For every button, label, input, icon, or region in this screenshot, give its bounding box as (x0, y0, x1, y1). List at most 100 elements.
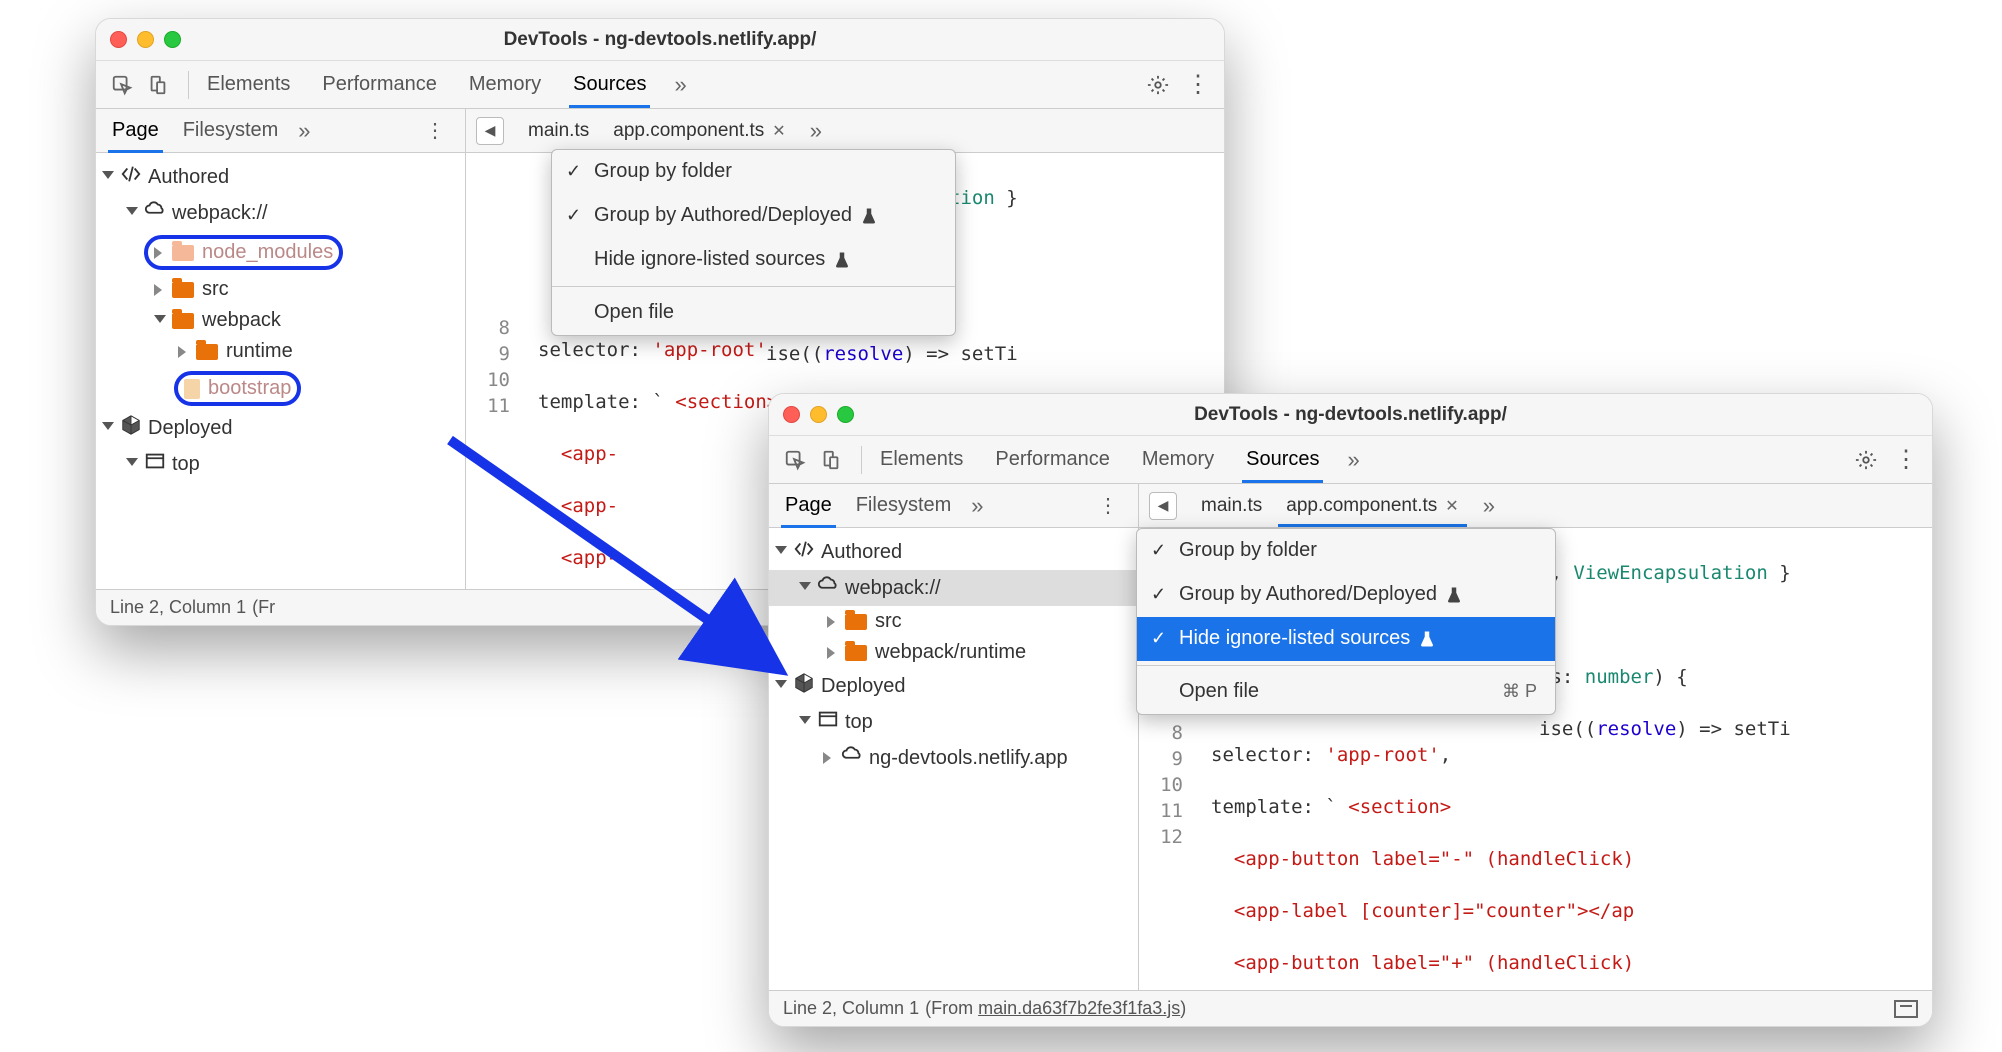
tree-src[interactable]: src (96, 274, 465, 305)
subtab-filesystem[interactable]: Filesystem (852, 484, 956, 527)
panel-tabs: Elements Performance Memory Sources » (203, 62, 1138, 107)
subtab-page[interactable]: Page (108, 109, 163, 152)
more-subtabs-icon[interactable]: » (298, 118, 310, 144)
cube-icon (120, 414, 142, 442)
tree-src[interactable]: src (769, 606, 1138, 637)
menu-shortcut: ⌘ P (1462, 681, 1537, 702)
file-tab-app-component[interactable]: app.component.ts ✕ (603, 111, 795, 151)
tree-bootstrap[interactable]: bootstrap (96, 367, 465, 410)
tree-deployed[interactable]: Deployed (96, 410, 465, 446)
tree-label: bootstrap (208, 377, 291, 400)
kebab-icon[interactable]: ⋮ (1890, 444, 1922, 476)
menu-label: Group by folder (1179, 539, 1317, 562)
tree-webpack-folder[interactable]: webpack (96, 305, 465, 336)
menu-label: Hide ignore-listed sources (1179, 627, 1410, 650)
gutter: 8 9 10 11 (466, 315, 520, 419)
tree-label: webpack (202, 309, 281, 332)
cloud-icon (841, 744, 863, 772)
tree-node-modules[interactable]: node_modules (96, 231, 465, 274)
tab-sources[interactable]: Sources (569, 62, 650, 107)
close-tab-icon[interactable]: ✕ (1445, 496, 1458, 516)
more-tabs-icon[interactable]: » (1347, 447, 1359, 473)
kebab-icon[interactable]: ⋮ (1182, 69, 1214, 101)
check-icon: ✓ (1151, 628, 1166, 649)
cloud-icon (817, 574, 839, 602)
menu-separator (1137, 665, 1555, 666)
tab-performance[interactable]: Performance (991, 437, 1114, 482)
tree-webpack-runtime[interactable]: webpack/runtime (769, 637, 1138, 668)
tree-ng-app[interactable]: ng-devtools.netlify.app (769, 740, 1138, 776)
folder-icon (845, 645, 867, 661)
close-button[interactable] (110, 31, 127, 48)
navigator-tree: Authored webpack:// src webpack/runtime (769, 528, 1139, 990)
minimize-button[interactable] (137, 31, 154, 48)
inspect-icon[interactable] (106, 69, 138, 101)
file-tab-main[interactable]: main.ts (518, 111, 599, 151)
navigator-context-menu: ✓ Group by folder ✓ Group by Authored/De… (1136, 528, 1556, 715)
more-file-tabs-icon[interactable]: » (1483, 493, 1495, 519)
traffic-lights (110, 31, 181, 48)
menu-label: Open file (1179, 680, 1259, 703)
tree-label: ng-devtools.netlify.app (869, 747, 1068, 770)
drawer-toggle-icon[interactable] (1894, 1000, 1918, 1018)
menu-hide-ignore-listed[interactable]: ✓ Hide ignore-listed sources (1137, 617, 1555, 661)
settings-icon[interactable] (1142, 69, 1174, 101)
tab-sources[interactable]: Sources (1242, 437, 1323, 482)
inspect-icon[interactable] (779, 444, 811, 476)
subtab-filesystem[interactable]: Filesystem (179, 109, 283, 152)
check-icon: ✓ (566, 205, 581, 226)
tree-authored[interactable]: Authored (769, 534, 1138, 570)
menu-group-by-authored[interactable]: ✓ Group by Authored/Deployed (1137, 573, 1555, 617)
navigator-context-menu: ✓ Group by folder ✓ Group by Authored/De… (551, 149, 956, 336)
cube-icon (793, 672, 815, 700)
menu-open-file[interactable]: Open file ⌘ P (1137, 670, 1555, 714)
subtab-page[interactable]: Page (781, 484, 836, 527)
close-tab-icon[interactable]: ✕ (772, 121, 785, 141)
device-toggle-icon[interactable] (815, 444, 847, 476)
separator (188, 71, 189, 99)
tree-deployed[interactable]: Deployed (769, 668, 1138, 704)
zoom-button[interactable] (837, 406, 854, 423)
menu-hide-ignore-listed[interactable]: Hide ignore-listed sources (552, 238, 955, 282)
tree-label: webpack/runtime (875, 641, 1026, 664)
tree-top[interactable]: top (96, 446, 465, 482)
tab-performance[interactable]: Performance (318, 62, 441, 107)
settings-icon[interactable] (1850, 444, 1882, 476)
tree-label: top (172, 453, 200, 476)
menu-open-file[interactable]: Open file (552, 291, 955, 335)
tree-runtime[interactable]: runtime (96, 336, 465, 367)
menu-group-by-folder[interactable]: ✓ Group by folder (1137, 529, 1555, 573)
tab-elements[interactable]: Elements (876, 437, 967, 482)
zoom-button[interactable] (164, 31, 181, 48)
folder-icon (172, 313, 194, 329)
more-tabs-icon[interactable]: » (674, 72, 686, 98)
tab-memory[interactable]: Memory (465, 62, 545, 107)
tab-elements[interactable]: Elements (203, 62, 294, 107)
navigator-menu-icon[interactable]: ⋮ (1090, 493, 1126, 518)
file-tab-label: main.ts (528, 120, 589, 142)
folder-icon (196, 344, 218, 360)
navigator-menu-icon[interactable]: ⋮ (417, 118, 453, 143)
file-tab-app-component[interactable]: app.component.ts ✕ (1276, 486, 1468, 526)
folder-icon (172, 245, 194, 261)
close-button[interactable] (783, 406, 800, 423)
more-subtabs-icon[interactable]: » (971, 493, 983, 519)
file-tab-main[interactable]: main.ts (1191, 486, 1272, 526)
source-link[interactable]: main.da63f7b2fe3f1fa3.js (978, 998, 1180, 1018)
secondary-bar: Page Filesystem » ⋮ ◀ main.ts app.compon… (96, 109, 1224, 153)
tree-authored[interactable]: Authored (96, 159, 465, 195)
frame-icon (144, 450, 166, 478)
tree-webpack-root[interactable]: webpack:// (769, 570, 1138, 606)
menu-group-by-folder[interactable]: ✓ Group by folder (552, 150, 955, 194)
tree-webpack-root[interactable]: webpack:// (96, 195, 465, 231)
menu-group-by-authored[interactable]: ✓ Group by Authored/Deployed (552, 194, 955, 238)
minimize-button[interactable] (810, 406, 827, 423)
nav-back-icon[interactable]: ◀ (476, 117, 504, 145)
device-toggle-icon[interactable] (142, 69, 174, 101)
more-file-tabs-icon[interactable]: » (810, 118, 822, 144)
nav-back-icon[interactable]: ◀ (1149, 492, 1177, 520)
tree-label: runtime (226, 340, 293, 363)
tree-top[interactable]: top (769, 704, 1138, 740)
tab-memory[interactable]: Memory (1138, 437, 1218, 482)
gutter: 8 9 10 11 12 (1139, 720, 1193, 850)
